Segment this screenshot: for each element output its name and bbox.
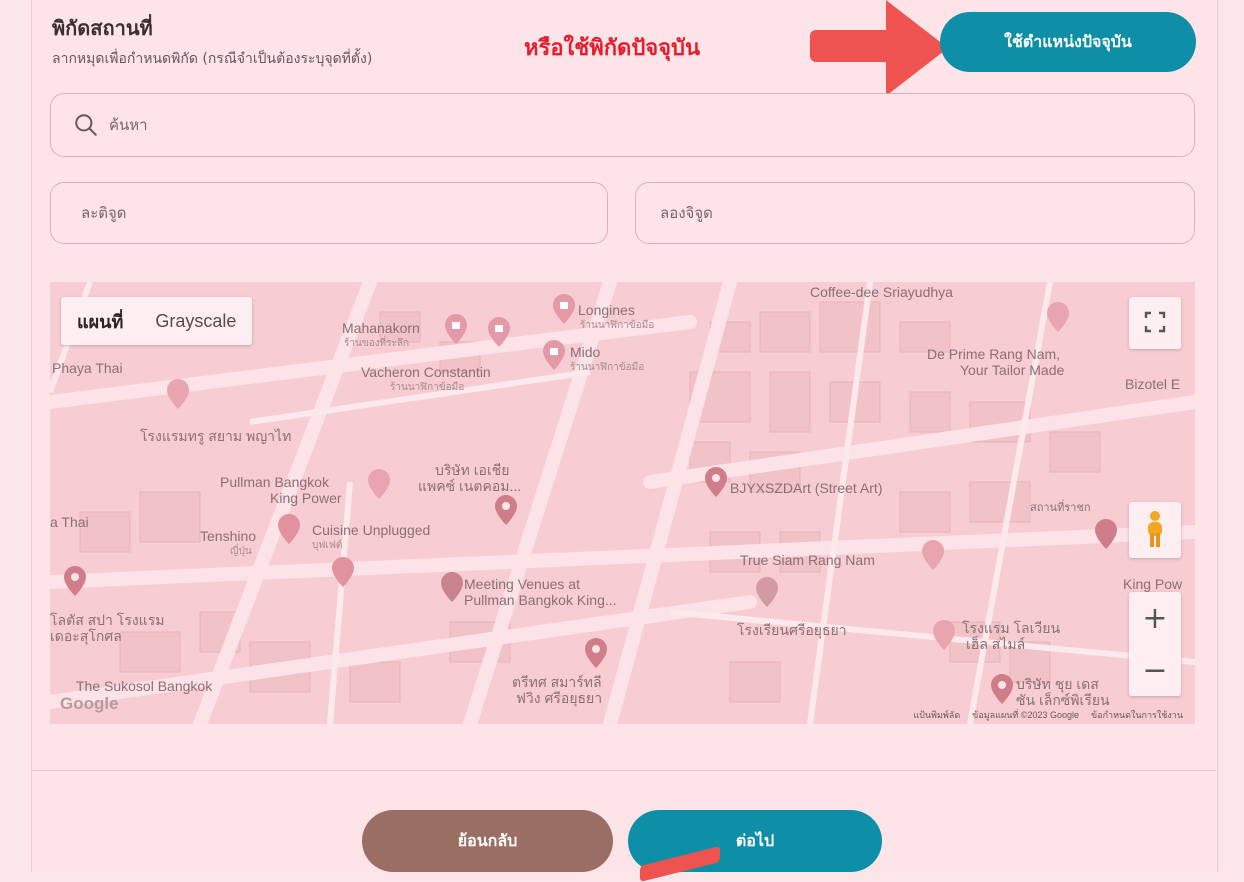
use-current-location-button[interactable]: ใช้ตำแหน่งปัจจุบัน: [940, 12, 1196, 72]
map-type-map[interactable]: แผนที่: [61, 297, 139, 345]
footer-divider: [31, 770, 1216, 771]
restaurant-pin-icon[interactable]: [278, 514, 300, 544]
map-label-mahanakorn-sub: ร้านของที่ระลึก: [344, 338, 410, 349]
terms-link[interactable]: ข้อกำหนดในการใช้งาน: [1091, 708, 1183, 722]
hotel-pin-icon[interactable]: [922, 540, 944, 570]
map-label-hotel-true: โรงแรมทรู สยาม พญาไท: [140, 428, 292, 444]
section-subtitle: ลากหมุดเพื่อกำหนดพิกัด (กรณีจำเป็นต้องระ…: [52, 51, 373, 67]
back-button[interactable]: ย้อนกลับ: [362, 810, 613, 872]
map-label-true-siam: True Siam Rang Nam: [740, 552, 875, 568]
place-pin-icon[interactable]: [585, 638, 607, 668]
map-label-mido-sub: ร้านนาฬิกาข้อมือ: [570, 362, 645, 373]
hotel-pin-icon[interactable]: [167, 379, 189, 409]
annotation-text: หรือใช้พิกัดปัจจุบัน: [524, 35, 701, 61]
place-pin-icon[interactable]: [991, 674, 1013, 704]
hotel-pin-icon[interactable]: [1047, 302, 1069, 332]
zoom-control: + −: [1129, 592, 1181, 696]
map-label-deprime-2: Your Tailor Made: [960, 362, 1065, 378]
map-type-grayscale[interactable]: Grayscale: [139, 297, 252, 345]
page-title: พิกัดสถานที่: [52, 16, 153, 40]
map-label-asia-1: บริษัท เอเชีย: [435, 462, 510, 478]
map-label-trees-2: ฟวิง ศรีอยุธยา: [516, 690, 603, 706]
map-label-vacheron-sub: ร้านนาฬิกาข้อมือ: [390, 382, 465, 393]
map-label-mido: Mido: [570, 344, 601, 360]
map-label-company-1: บริษัท ชุย เดส: [1016, 676, 1099, 692]
government-pin-icon[interactable]: [1095, 519, 1117, 549]
map-label-longines-sub: ร้านนาฬิกาข้อมือ: [580, 320, 655, 331]
map-label-station: สถานที่ราชก: [1030, 502, 1091, 514]
map-label-longines: Longines: [578, 302, 635, 318]
map-label-lotus-2: เดอะสุโกศล: [50, 628, 122, 644]
shopping-pin-icon[interactable]: [553, 294, 575, 324]
search-icon: [75, 114, 97, 136]
map-label-deprime-1: De Prime Rang Nam,: [927, 346, 1061, 362]
map-label-trees-1: ตรีทศ สมาร์ทลี: [512, 674, 602, 690]
venue-pin-icon[interactable]: [441, 572, 463, 602]
map-label-mahanakorn: Mahanakorn: [342, 320, 420, 336]
map-label-coffee: Coffee-dee Sriayudhya: [810, 284, 953, 300]
map-label-pullman-2: King Power: [270, 490, 342, 506]
annotation-arrow-head: [886, 0, 948, 96]
shopping-pin-icon[interactable]: [445, 314, 467, 344]
zoom-out-button[interactable]: −: [1129, 644, 1181, 696]
map-label-phaya-thai: Phaya Thai: [52, 360, 123, 376]
search-box[interactable]: [50, 93, 1195, 157]
longitude-input[interactable]: [658, 203, 1194, 223]
map-label-meeting-1: Meeting Venues at: [464, 576, 580, 592]
map-label-school: โรงเรียนศรีอยุธยา: [737, 622, 847, 638]
shopping-pin-icon[interactable]: [543, 340, 565, 370]
place-pin-icon[interactable]: [705, 467, 727, 497]
map-label-hotel-lavian-1: โรงแรม โลเวียน: [962, 620, 1061, 636]
map-data-credit: ข้อมูลแผนที่ ©2023 Google: [972, 710, 1080, 720]
map-label-bjy: BJYXSZDArt (Street Art): [730, 480, 883, 496]
shopping-pin-icon[interactable]: [488, 317, 510, 347]
map-label-vacheron: Vacheron Constantin: [361, 364, 491, 380]
google-logo: Google: [60, 694, 119, 713]
longitude-box[interactable]: [635, 182, 1195, 244]
place-pin-icon[interactable]: [495, 495, 517, 525]
map-label-cuisine: Cuisine Unplugged: [312, 522, 431, 538]
map-label-company-2: ซัน เล็กซ์พิเรียน: [1016, 692, 1110, 708]
map-label-tenshino: Tenshino: [200, 528, 257, 544]
map-label-asia-2: แพคซ์ เนตคอม...: [418, 478, 522, 494]
zoom-in-button[interactable]: +: [1129, 592, 1181, 644]
school-pin-icon[interactable]: [756, 577, 778, 607]
fullscreen-button[interactable]: [1129, 297, 1181, 349]
map-label-pullman-1: Pullman Bangkok: [220, 474, 329, 490]
map-label-cuisine-sub: บุฟเฟต์: [312, 540, 343, 551]
map-label-thai: a Thai: [50, 514, 89, 530]
map-label-meeting-2: Pullman Bangkok King...: [464, 592, 617, 608]
map-type-control: แผนที่ Grayscale: [61, 297, 253, 345]
keyboard-shortcuts-link[interactable]: แป้นพิมพ์ลัด: [913, 708, 960, 722]
search-input[interactable]: [107, 115, 1194, 135]
latitude-input[interactable]: [79, 203, 607, 223]
map-label-tenshino-sub: ญี่ปุ่น: [230, 546, 252, 557]
map-label-lotus-1: โลตัส สปา โรงแรม: [50, 612, 165, 628]
street-view-button[interactable]: [1129, 502, 1181, 558]
latitude-box[interactable]: [50, 182, 608, 244]
hotel-pin-icon[interactable]: [933, 620, 955, 650]
map-label-sukosol: The Sukosol Bangkok: [76, 678, 213, 694]
map-attribution: แป้นพิมพ์ลัด ข้อมูลแผนที่ ©2023 Google ข…: [913, 708, 1183, 722]
map-label-hotel-lavian-2: เฮ็ล สไมล์: [966, 636, 1026, 652]
restaurant-pin-icon[interactable]: [332, 557, 354, 587]
pegman-icon: [1148, 510, 1162, 547]
fullscreen-icon: [1144, 311, 1166, 332]
place-pin-icon[interactable]: [64, 566, 86, 596]
map-canvas[interactable]: Coffee-dee Sriayudhya Longines ร้านนาฬิก…: [50, 282, 1195, 724]
map-label-king-pow: King Pow: [1123, 576, 1183, 592]
hotel-pin-icon[interactable]: [368, 469, 390, 499]
map-label-bizotel: Bizotel E: [1125, 376, 1181, 392]
